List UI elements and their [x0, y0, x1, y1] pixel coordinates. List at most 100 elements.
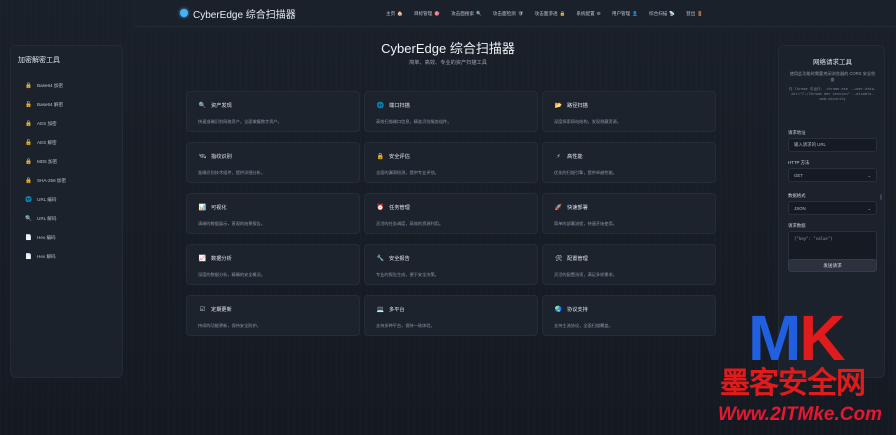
feature-card-title: 数据分析: [211, 256, 232, 262]
feature-card[interactable]: 🛠 配置管理 灵活的配置选项，满足多样需求。: [542, 244, 716, 285]
feature-card-header: 📂 路径扫描: [554, 102, 588, 109]
sidebar-list: 🔒 Base64 加密 🔓 Base64 解密 🔒 AES 加密 🔓 AES 解密 🔒 MD5 加…: [24, 76, 66, 266]
brand[interactable]: CyberEdge 综合扫描器: [180, 6, 296, 21]
feature-card[interactable]: 💻 多平台 支持多种平台，保持一致体验。: [364, 295, 538, 336]
feature-card-title: 安全报告: [389, 256, 410, 262]
sidebar-item-9[interactable]: 📄 Hex 解码: [24, 247, 66, 266]
nav-link-3[interactable]: 攻击面检测 🛡: [493, 11, 524, 17]
lock-icon: 🔒: [376, 154, 385, 160]
feature-card-header: 🚀 快速部署: [554, 204, 588, 211]
method-select[interactable]: GET ⌄: [788, 168, 877, 182]
sidebar-item-5[interactable]: 🔒 SHA-256 加密: [24, 171, 66, 190]
format-select[interactable]: JSON ⌄: [788, 201, 877, 215]
nav-link-label: 主页: [386, 10, 396, 16]
feature-card-header: 🔒 安全评估: [376, 153, 410, 160]
feature-card-desc: 灵活的配置选项，满足多样需求。: [554, 272, 617, 277]
sidebar-item-8[interactable]: 📄 Hex 编码: [24, 228, 66, 247]
feature-card-title: 快速部署: [567, 205, 588, 211]
sidebar-item-2[interactable]: 🔒 AES 加密: [24, 114, 66, 133]
sidebar-item-1[interactable]: 🔓 Base64 解密: [24, 95, 66, 114]
feature-card-desc: 全面的漏洞检测，提供专业评估。: [376, 170, 439, 175]
alarm-clock-icon: ⏰: [376, 205, 385, 211]
unlock-icon: 🔓: [25, 139, 32, 146]
feature-card[interactable]: ⏰ 任务管理 灵活的任务调度，高效的资源利用。: [364, 193, 538, 234]
nav-link-label: 目标管理: [413, 10, 433, 16]
feature-card-header: 💻 多平台: [376, 306, 405, 313]
sidebar-item-6[interactable]: 🌐 URL 编码: [24, 190, 66, 209]
chevron-down-icon: ⌄: [867, 172, 871, 178]
feature-card-title: 端口扫描: [389, 103, 410, 109]
brand-title: CyberEdge 综合扫描器: [193, 9, 296, 21]
feature-card-desc: 准确识别技术组件，提供详细分析。: [198, 170, 266, 175]
feature-card[interactable]: 🛰 指纹识别准确识别技术组件，提供详细分析。: [186, 142, 360, 183]
lock-icon: 🔒: [559, 10, 566, 16]
sidebar-item-label: Base64 解密: [37, 101, 64, 107]
earth-icon: 🌏: [554, 307, 563, 313]
feature-card-title: 任务管理: [389, 205, 410, 211]
nav-link-0[interactable]: 主页 🏠: [386, 11, 403, 17]
nav-link-label: 系统配置: [576, 10, 595, 16]
lock-icon: 🔒: [25, 158, 32, 165]
watermark-logo-k: K: [799, 302, 845, 374]
nav-link-8[interactable]: 登出 🚪: [686, 11, 703, 17]
nav-link-7[interactable]: 综合扫描 📡: [649, 11, 675, 17]
feature-card-title: 可视化: [211, 205, 227, 211]
feature-card[interactable]: ⚡ 高性能 优化的扫描引擎，提供卓越性能。: [542, 142, 716, 183]
nav-link-4[interactable]: 攻击面渗透 🔒: [535, 11, 566, 17]
sidebar-item-4[interactable]: 🔒 MD5 加密: [24, 152, 66, 171]
nav-link-label: 攻击面检测: [492, 10, 516, 16]
feature-card-header: 🔍 资产发现: [198, 102, 232, 109]
sidebar-item-7[interactable]: 🔍 URL 解码: [24, 209, 66, 228]
nav-link-6[interactable]: 用户管理 👤: [612, 11, 638, 17]
feature-card-desc: 深度的数据分析，精确的安全概况。: [198, 272, 266, 277]
sidebar-title: 加密解密工具: [18, 57, 60, 64]
send-request-button[interactable]: 发送请求: [788, 259, 877, 272]
scrollbar-thumb[interactable]: [880, 194, 882, 200]
feature-card[interactable]: 🔒 安全评估全面的漏洞检测，提供专业评估。: [364, 142, 538, 183]
feature-card[interactable]: 📈 数据分析 深度的数据分析，精确的安全概况。: [186, 244, 360, 285]
feature-card-desc: 高效扫描端口信息，精准识别服务组件。: [376, 119, 452, 124]
document-icon: 📄: [25, 234, 32, 241]
feature-card[interactable]: ☑ 定期更新 持续的功能更新，保持安全防护。: [186, 295, 360, 336]
feature-card-header: ☑ 定期更新: [198, 306, 232, 313]
globe-icon: 🌐: [376, 103, 385, 109]
nav-link-label: 攻击面渗透: [534, 10, 558, 16]
feature-card-desc: 快速准确识别网络资产，全面掌握数字资产。: [198, 119, 282, 124]
feature-card[interactable]: 🔍 资产发现快速准确识别网络资产，全面掌握数字资产。: [186, 91, 360, 132]
feature-card[interactable]: 🌐 端口扫描高效扫描端口信息，精准识别服务组件。: [364, 91, 538, 132]
feature-card[interactable]: 🌏 协议支持 支持主流协议，全面扫描覆盖。: [542, 295, 716, 336]
sidebar-item-0[interactable]: 🔒 Base64 加密: [24, 76, 66, 95]
feature-card[interactable]: 🚀 快速部署简单的部署流程，快速开始使用。: [542, 193, 716, 234]
lock-icon: 🔒: [25, 82, 32, 89]
nav-link-2[interactable]: 攻击面搜索 🔍: [451, 11, 482, 17]
feature-card-header: 🛰 指纹识别: [198, 153, 232, 160]
request-panel-title: 网络请求工具: [813, 59, 852, 66]
feature-card-desc: 简单的部署流程，快速开始使用。: [554, 221, 617, 226]
sidebar-item-label: MD5 加密: [37, 158, 58, 164]
nav-link-label: 攻击面搜索: [451, 10, 475, 16]
satellite-icon: 🛰: [198, 154, 207, 160]
nav-link-5[interactable]: 系统配置 ⚙: [576, 11, 601, 17]
nav-link-1[interactable]: 目标管理 🎯: [414, 11, 440, 17]
sidebar-item-label: Hex 编码: [37, 234, 56, 240]
bar-chart-icon: 📊: [198, 205, 207, 211]
feature-card-title: 资产发现: [211, 103, 232, 109]
feature-card[interactable]: 📂 路径扫描 深度探索网站结构，发现隐藏资源。: [542, 91, 716, 132]
wrench-icon: 🔧: [376, 256, 385, 262]
feature-card[interactable]: 🔧 安全报告 专业的报告生成，便于安全决策。: [364, 244, 538, 285]
top-navbar: CyberEdge 综合扫描器 主页 🏠 目标管理 🎯 攻击面搜索 🔍 攻击面检测 🛡 攻击面渗…: [134, 0, 896, 27]
feature-card-desc: 清晰的数据展示，直观的结果报告。: [198, 221, 266, 226]
feature-card[interactable]: 📊 可视化清晰的数据展示，直观的结果报告。: [186, 193, 360, 234]
feature-card-title: 协议支持: [567, 307, 588, 313]
feature-card-desc: 优化的扫描引擎，提供卓越性能。: [554, 170, 617, 175]
gear-icon: ⚙: [596, 10, 601, 16]
crypto-tools-sidebar: 加密解密工具 🔒 Base64 加密 🔓 Base64 解密 🔒 AES 加密 🔓 AES 解…: [10, 45, 123, 378]
checkbox-icon: ☑: [199, 307, 206, 313]
url-input[interactable]: 输入请求的 URL: [788, 138, 877, 152]
feature-card-title: 安全评估: [389, 154, 410, 160]
document-icon: 📄: [25, 253, 32, 260]
sidebar-item-label: Hex 解码: [37, 253, 56, 259]
shield-icon: 🛡: [517, 10, 524, 16]
sidebar-item-3[interactable]: 🔓 AES 解密: [24, 133, 66, 152]
nav-links: 主页 🏠 目标管理 🎯 攻击面搜索 🔍 攻击面检测 🛡 攻击面渗透 🔒 系统配置 ⚙ 用户管理 👤 综合扫描…: [386, 0, 714, 27]
